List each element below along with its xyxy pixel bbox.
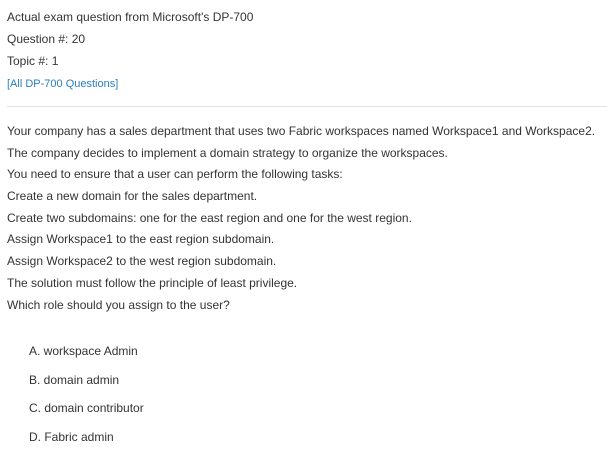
- choice-a[interactable]: A. workspace Admin: [29, 340, 607, 369]
- question-line: Your company has a sales department that…: [7, 121, 607, 143]
- question-line: The solution must follow the principle o…: [7, 273, 607, 295]
- question-body: Your company has a sales department that…: [7, 121, 607, 316]
- choice-c[interactable]: C. domain contributor: [29, 397, 607, 426]
- answer-choices: A. workspace Admin B. domain admin C. do…: [29, 340, 607, 454]
- choice-b[interactable]: B. domain admin: [29, 369, 607, 398]
- all-questions-link[interactable]: [All DP-700 Questions]: [7, 78, 118, 90]
- question-line: The company decides to implement a domai…: [7, 143, 607, 165]
- question-line: Assign Workspace2 to the west region sub…: [7, 251, 607, 273]
- topic-number: Topic #: 1: [7, 50, 607, 72]
- question-header: Actual exam question from Microsoft's DP…: [7, 6, 607, 94]
- question-prompt: Which role should you assign to the user…: [7, 295, 607, 317]
- choice-d[interactable]: D. Fabric admin: [29, 426, 607, 454]
- header-divider: [7, 106, 607, 107]
- question-line: You need to ensure that a user can perfo…: [7, 164, 607, 186]
- question-number: Question #: 20: [7, 28, 607, 50]
- question-line: Create two subdomains: one for the east …: [7, 208, 607, 230]
- exam-source-text: Actual exam question from Microsoft's DP…: [7, 6, 607, 28]
- question-line: Create a new domain for the sales depart…: [7, 186, 607, 208]
- question-line: Assign Workspace1 to the east region sub…: [7, 229, 607, 251]
